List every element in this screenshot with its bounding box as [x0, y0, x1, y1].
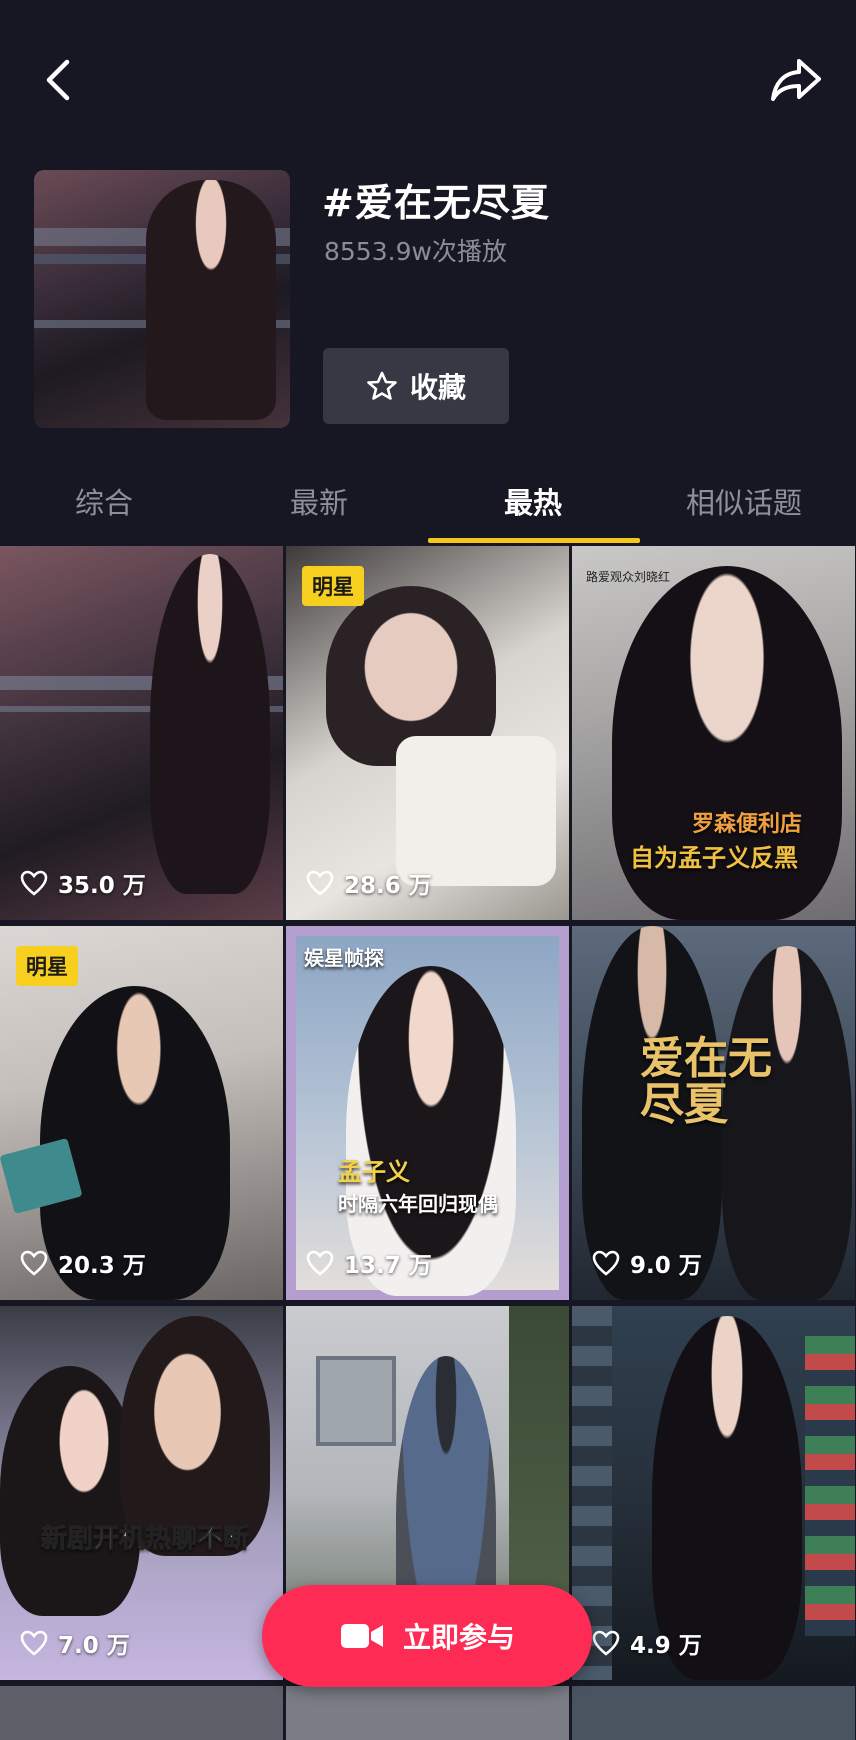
- tab-bar: 综合 最新 最热 相似话题: [0, 460, 856, 544]
- badge-celebrity: 明星: [302, 566, 364, 606]
- heart-icon: [20, 870, 48, 896]
- tab-latest[interactable]: 最新: [290, 480, 348, 522]
- heart-icon: [20, 1630, 48, 1656]
- video-card[interactable]: 爱在无尽夏 9.0 万: [572, 926, 855, 1300]
- top-bar: [0, 0, 856, 160]
- share-button[interactable]: [764, 50, 828, 110]
- tab-hottest[interactable]: 最热: [504, 480, 562, 522]
- like-count: 7.0 万: [20, 1626, 130, 1660]
- play-count: 8553.9w次播放: [324, 237, 507, 266]
- favorite-button[interactable]: 收藏: [323, 348, 509, 424]
- video-card[interactable]: [0, 1686, 283, 1740]
- topic-header: #爱在无尽夏 8553.9w次播放 收藏: [0, 150, 856, 450]
- overlay-caption-2: 自为孟子义反黑: [630, 844, 798, 872]
- like-count: 13.7 万: [306, 1246, 432, 1280]
- like-count: 9.0 万: [592, 1246, 702, 1280]
- favorite-label: 收藏: [409, 371, 466, 404]
- overlay-title: 爱在无尽夏: [640, 1033, 772, 1131]
- topic-title: #爱在无尽夏: [322, 181, 550, 225]
- video-card[interactable]: 35.0 万: [0, 546, 283, 920]
- video-card[interactable]: 4.9 万: [572, 1306, 855, 1680]
- overlay-caption: 新剧开机热聊不断: [40, 1524, 249, 1555]
- back-button[interactable]: [28, 50, 88, 110]
- overlay-brand: 娱星帧探: [304, 946, 384, 970]
- overlay-caption: 罗森便利店: [692, 812, 803, 837]
- share-icon: [771, 59, 821, 101]
- back-arrow-icon: [46, 59, 70, 101]
- video-card[interactable]: [572, 1686, 855, 1740]
- video-card[interactable]: [286, 1686, 569, 1740]
- author-mark: 路爱观众刘晓红: [586, 570, 671, 584]
- like-count: 28.6 万: [306, 866, 432, 900]
- video-card[interactable]: 娱星帧探 孟子义 时隔六年回归现偶 13.7 万: [286, 926, 569, 1300]
- video-card[interactable]: 新剧开机热聊不断 7.0 万: [0, 1306, 283, 1680]
- tab-comprehensive[interactable]: 综合: [75, 480, 133, 522]
- badge-celebrity: 明星: [16, 946, 78, 986]
- heart-icon: [592, 1630, 620, 1656]
- like-count: 35.0 万: [20, 866, 146, 900]
- overlay-caption: 孟子义: [338, 1158, 410, 1186]
- active-tab-indicator: [428, 538, 640, 543]
- heart-icon: [20, 1250, 48, 1276]
- camera-icon: [340, 1624, 383, 1648]
- like-count: 4.9 万: [592, 1626, 702, 1660]
- video-card[interactable]: 路爱观众刘晓红 罗森便利店 自为孟子义反黑: [572, 546, 855, 920]
- join-now-button[interactable]: 立即参与: [262, 1585, 592, 1687]
- star-icon: [367, 371, 397, 400]
- heart-icon: [592, 1250, 620, 1276]
- topic-cover-image: [34, 170, 290, 428]
- video-card[interactable]: 明星 20.3 万: [0, 926, 283, 1300]
- video-grid: 35.0 万 明星 28.6 万 路爱观众刘晓红 罗森便利店 自为孟子义反黑 明…: [0, 546, 856, 1740]
- like-count: 20.3 万: [20, 1246, 146, 1280]
- heart-icon: [306, 1250, 334, 1276]
- video-card[interactable]: 明星 28.6 万: [286, 546, 569, 920]
- join-now-label: 立即参与: [402, 1621, 515, 1654]
- heart-icon: [306, 870, 334, 896]
- tab-similar-topics[interactable]: 相似话题: [686, 480, 802, 522]
- overlay-caption-2: 时隔六年回归现偶: [338, 1192, 498, 1216]
